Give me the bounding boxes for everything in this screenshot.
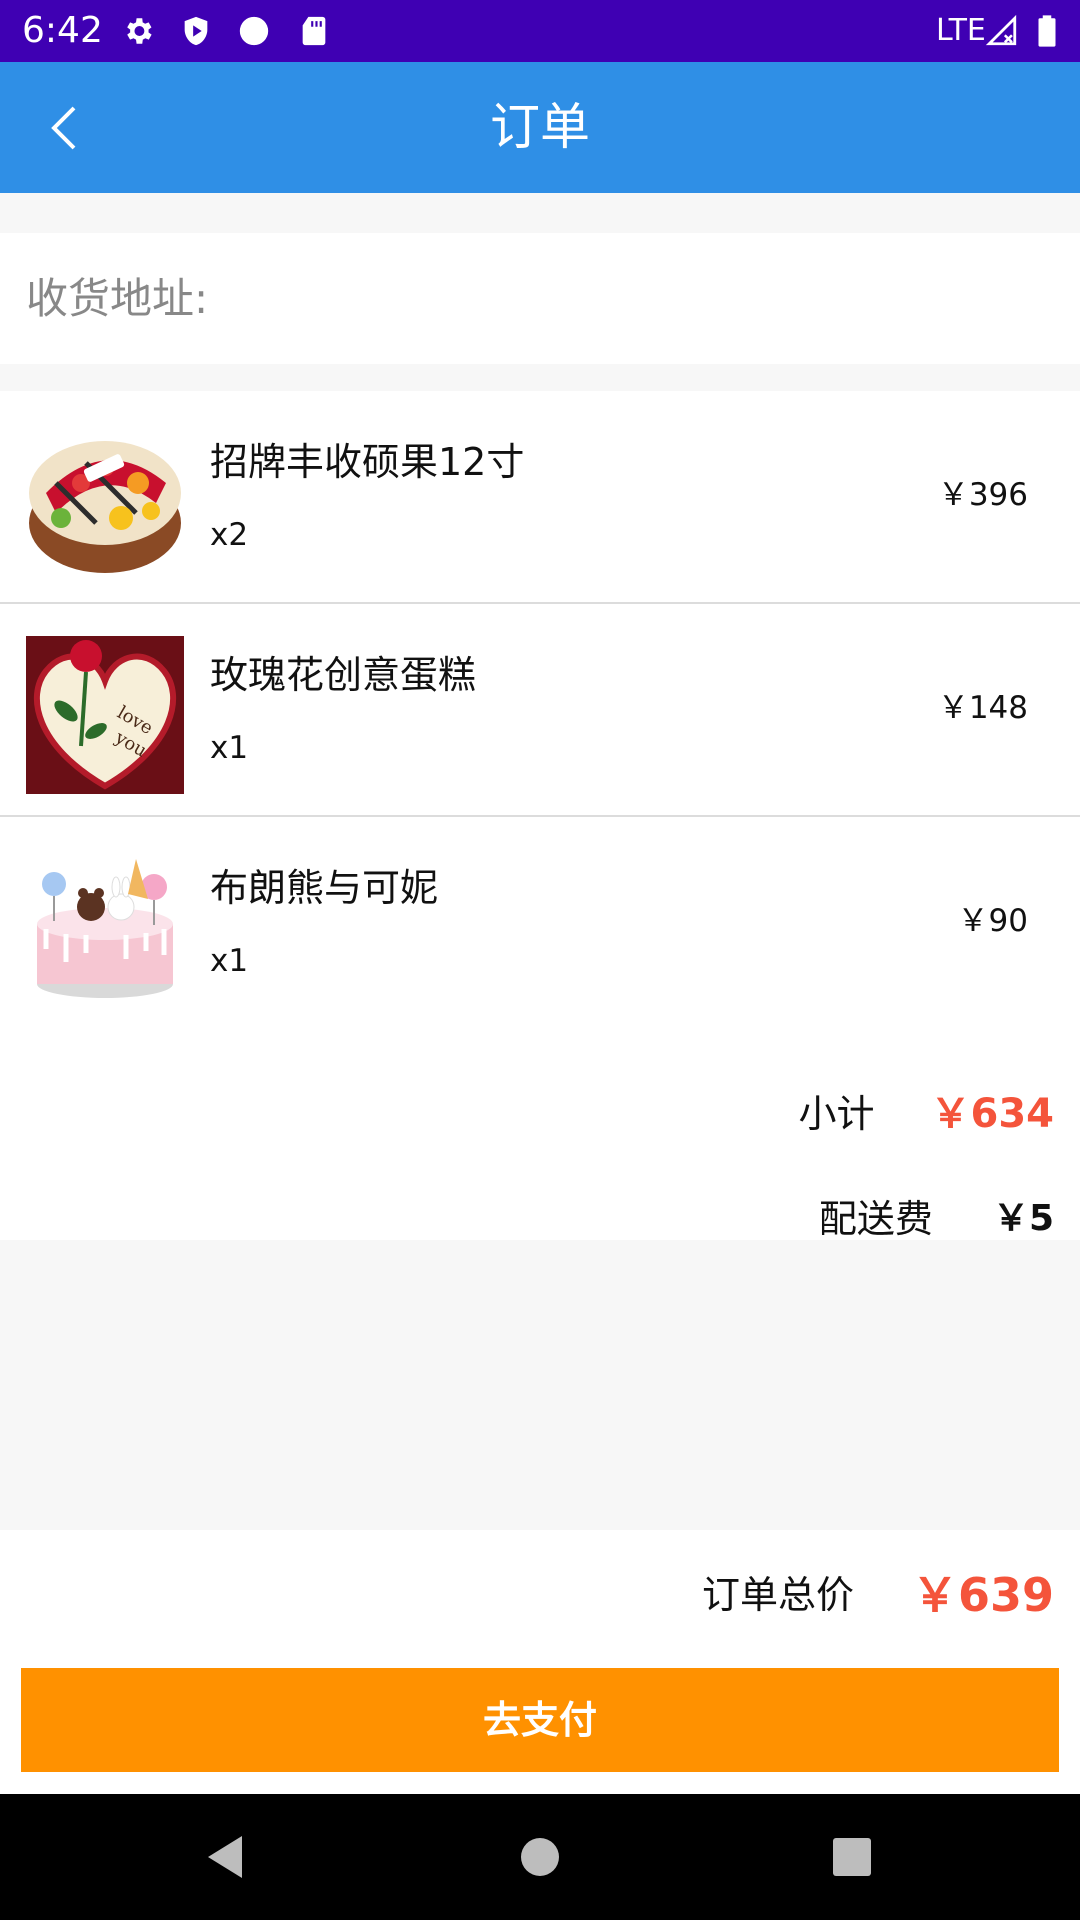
item-name: 玫瑰花创意蛋糕 [210,653,477,697]
circle-icon [239,16,269,46]
gear-icon [127,18,152,44]
shipping-address-label: 收货地址: [26,274,209,323]
subtotal-label: 小计 [798,1092,875,1136]
bear-bunny-cake-image [26,849,184,1007]
recents-square-icon[interactable] [825,1830,879,1884]
item-quantity: x1 [210,943,249,979]
order-item[interactable]: 招牌丰收硕果12寸 x2 ￥396 [0,391,1080,604]
order-item-list: 招牌丰收硕果12寸 x2 ￥396 love you 玫瑰花创意蛋糕 x1 ￥1… [0,391,1080,1030]
checkout-footer: 订单总价 ￥639 去支付 [0,1530,1080,1794]
network-type: LTE [936,13,986,48]
shipping-address-row[interactable]: 收货地址: [0,233,1080,364]
chevron-left-icon [51,106,76,150]
rose-heart-cake-image: love you [26,636,184,794]
back-triangle-icon[interactable] [198,1830,252,1884]
delivery-fee-row: 配送费 ￥5 [819,1189,1054,1249]
order-item[interactable]: 布朗熊与可妮 x1 ￥90 [0,817,1080,1030]
pay-button[interactable]: 去支付 [21,1668,1059,1772]
sd-card-icon [302,16,326,46]
subtotal-value: ￥634 [930,1091,1055,1137]
subtotal-row: 小计 ￥634 [798,1084,1054,1144]
delivery-fee-value: ￥5 [992,1198,1054,1239]
order-item[interactable]: love you 玫瑰花创意蛋糕 x1 ￥148 [0,604,1080,817]
status-time: 6:42 [22,10,103,51]
back-button[interactable] [32,96,96,160]
page-title: 订单 [490,98,590,156]
item-quantity: x1 [210,730,249,766]
item-price: ￥396 [937,477,1028,513]
item-name: 招牌丰收硕果12寸 [210,440,525,484]
item-price: ￥148 [937,690,1028,726]
battery-icon [1038,15,1056,47]
shield-play-icon [184,16,208,46]
signal-icon [985,14,1017,46]
order-total-row: 订单总价 ￥639 [702,1560,1054,1630]
delivery-fee-label: 配送费 [818,1197,933,1241]
status-bar: 6:42 LTE [0,0,1080,62]
fruit-cake-image [26,423,184,581]
system-nav-bar [0,1794,1080,1920]
order-total-value: ￥639 [911,1568,1054,1622]
app-bar: 订单 [0,62,1080,193]
item-name: 布朗熊与可妮 [210,866,439,910]
item-price: ￥90 [957,903,1028,939]
item-quantity: x2 [210,517,249,553]
order-summary: 小计 ￥634 配送费 ￥5 [0,1028,1080,1241]
home-circle-icon[interactable] [513,1830,567,1884]
order-total-label: 订单总价 [701,1573,854,1617]
